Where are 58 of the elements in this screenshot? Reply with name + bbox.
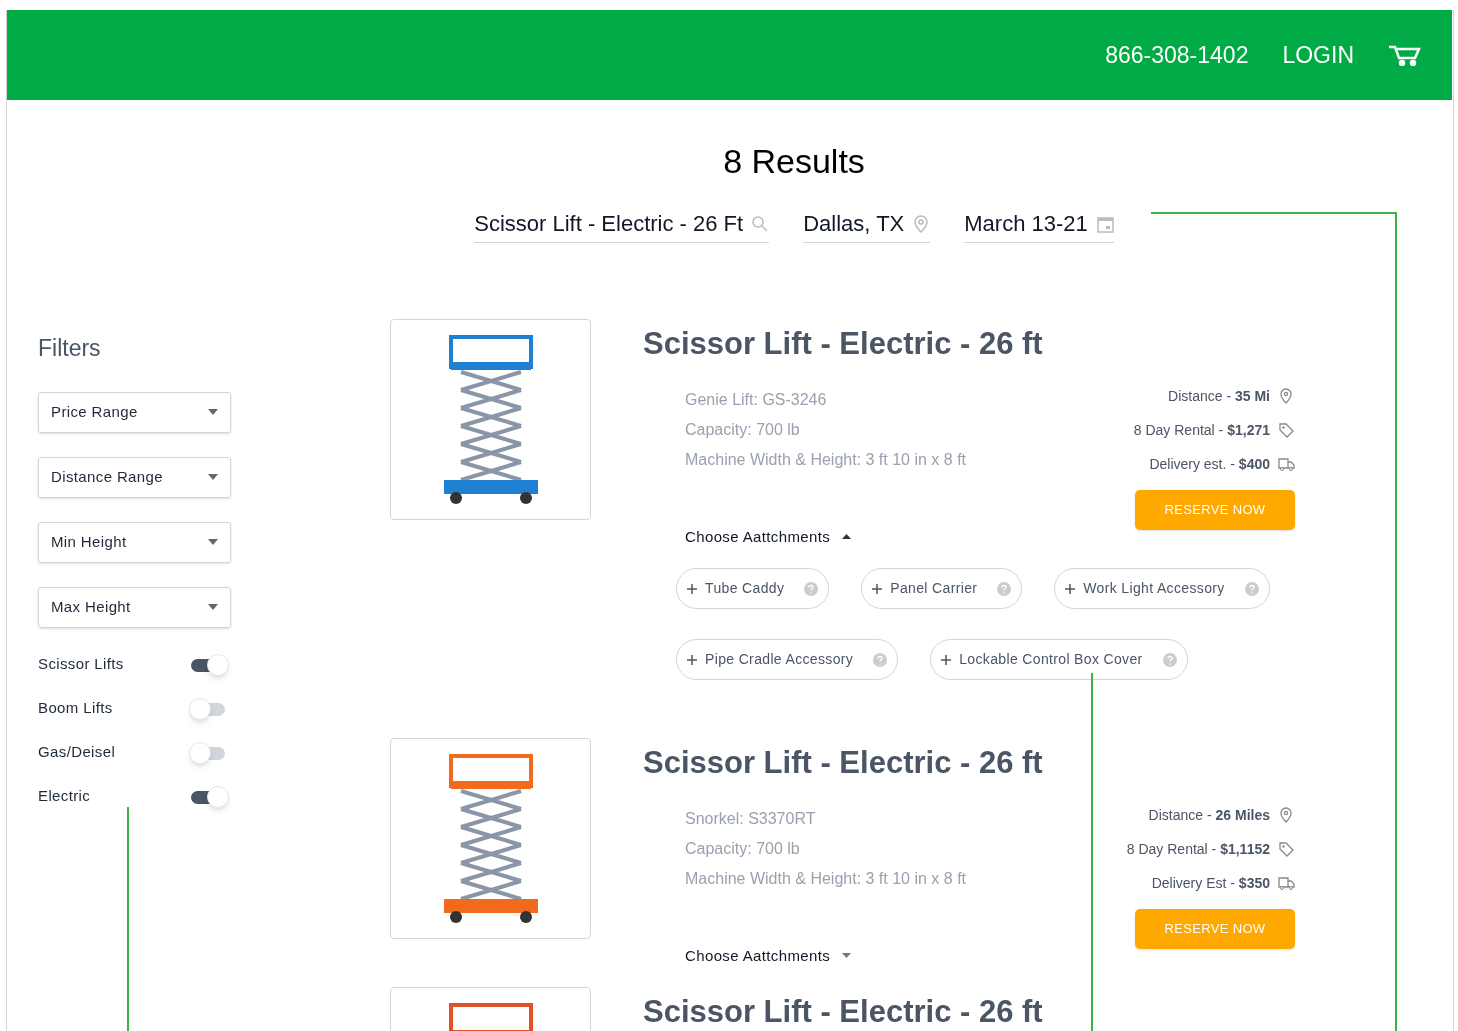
plus-icon (941, 654, 952, 665)
spec-text: Capacity: 700 lb (685, 838, 801, 859)
location-pin-icon (912, 214, 931, 233)
location-pin-icon (1278, 807, 1295, 823)
help-icon (1162, 652, 1177, 667)
plus-icon (872, 583, 883, 594)
caret-down-icon (208, 409, 218, 415)
filters-heading: Filters (38, 334, 102, 363)
spec-text: Genie Lift: GS-3246 (685, 389, 828, 410)
attachments-toggle[interactable]: Choose Aattchments (685, 944, 852, 967)
product-title[interactable]: Scissor Lift - Electric - 26 ft (643, 989, 1295, 1031)
search-field[interactable]: March 13-21 (964, 207, 1114, 243)
search-field[interactable]: Dallas, TX (803, 207, 931, 243)
search-field[interactable]: Scissor Lift - Electric - 26 Ft (474, 207, 770, 243)
detail-text: Distance - 35 Mi (1168, 386, 1270, 406)
help-icon (1244, 581, 1259, 596)
spec-text: Snorkel: S3370RT (685, 808, 817, 829)
search-icon (751, 214, 770, 233)
caret-down-icon (842, 953, 852, 959)
toggle-label: Gas/Deisel (38, 742, 116, 763)
truck-icon (1278, 456, 1295, 472)
help-icon (997, 581, 1012, 596)
spec-text: Capacity: 700 lb (685, 419, 801, 440)
price-tag-icon (1278, 841, 1295, 857)
filter-dropdown[interactable]: Min Height (38, 521, 231, 563)
filter-dropdown[interactable]: Distance Range (38, 456, 231, 498)
filter-dropdown[interactable]: Price Range (38, 391, 231, 433)
detail-text: Delivery Est - $350 (1151, 873, 1270, 893)
plus-icon (1065, 583, 1076, 594)
price-tag-icon (1278, 422, 1295, 438)
help-icon (873, 652, 888, 667)
caret-down-icon (208, 604, 218, 610)
toggle-label: Scissor Lifts (38, 654, 124, 675)
detail-text: 8 Day Rental - $1,1152 (1126, 839, 1270, 859)
spec-text: Machine Width & Height: 3 ft 10 in x 8 ft (685, 868, 967, 889)
cart-icon[interactable] (1388, 44, 1422, 66)
caret-down-icon (208, 539, 218, 545)
calendar-icon (1095, 214, 1114, 233)
toggle-label: Electric (38, 786, 91, 807)
location-pin-icon (1278, 388, 1295, 404)
spec-text: Machine Width & Height: 3 ft 10 in x 8 ft (685, 449, 967, 470)
help-icon (804, 581, 819, 596)
caret-down-icon (208, 474, 218, 480)
plus-icon (687, 583, 697, 594)
product-title[interactable]: Scissor Lift - Electric - 26 ft (643, 740, 1295, 787)
toggle-label: Boom Lifts (38, 698, 113, 719)
toggle-switch[interactable] (189, 653, 229, 676)
plus-icon (687, 654, 697, 665)
filter-dropdown[interactable]: Max Height (38, 586, 231, 628)
detail-text: Distance - 26 Miles (1148, 805, 1270, 825)
attachments-toggle[interactable]: Choose Aattchments (685, 525, 852, 548)
caret-up-icon (842, 534, 852, 540)
detail-text: 8 Day Rental - $1,271 (1133, 420, 1270, 440)
detail-text: Delivery est. - $400 (1149, 454, 1270, 474)
results-heading: 8 Results (722, 141, 866, 182)
toggle-switch[interactable] (189, 785, 229, 808)
truck-icon (1278, 875, 1295, 891)
product-title[interactable]: Scissor Lift - Electric - 26 ft (643, 321, 1295, 368)
